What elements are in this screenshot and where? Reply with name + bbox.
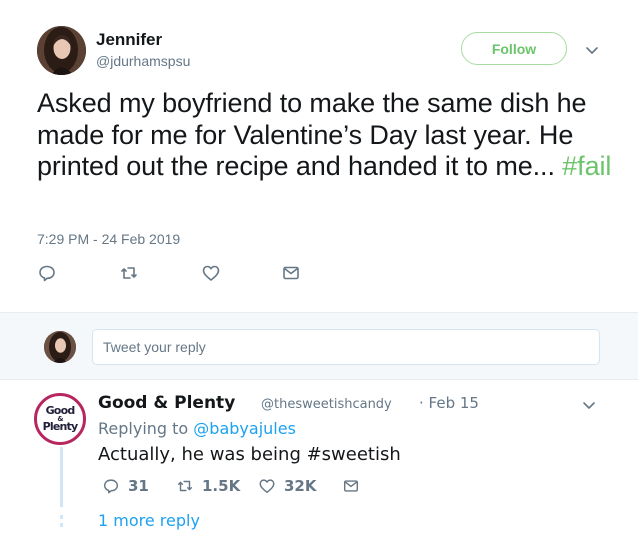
retweet-button[interactable]: 1.5K [176,476,240,496]
user-name[interactable]: Jennifer [96,30,162,50]
reply-icon [103,479,119,494]
main-tweet: Jennifer @jdurhamspsu Follow Asked my bo… [0,0,638,312]
like-button[interactable]: 32K [258,476,317,496]
like-icon [259,479,275,494]
reply-date[interactable]: · Feb 15 [419,394,479,412]
current-user-avatar[interactable] [44,331,76,363]
retweet-icon [177,480,193,492]
reply-user-handle[interactable]: @thesweetishcandy [261,397,392,412]
message-icon[interactable] [281,263,301,283]
reply-actions: 31 1.5K 32K [98,476,398,496]
reply-count: 31 [128,477,149,495]
like-count: 32K [284,477,317,495]
replying-to: Replying to @babyajules [98,419,296,438]
timestamp[interactable]: 7:29 PM - 24 Feb 2019 [37,231,180,247]
reply-icon[interactable] [37,263,57,283]
reply-input[interactable]: Tweet your reply [92,329,600,365]
thread-dot [60,523,63,527]
thread-dot [60,515,63,519]
hashtag-link[interactable]: #fail [562,151,611,181]
reply-composer: Tweet your reply [0,312,638,380]
like-icon[interactable] [201,263,221,283]
reply-text: Actually, he was being #sweetish [98,444,401,465]
reply-tweet: Good & Plenty Good & Plenty @thesweetish… [0,381,638,545]
tweet-text: Asked my boyfriend to make the same dish… [37,88,617,183]
message-button[interactable] [342,476,360,496]
mention-link[interactable]: @babyajules [193,419,296,438]
tweet-body: Asked my boyfriend to make the same dish… [37,88,587,181]
user-handle[interactable]: @jdurhamspsu [96,53,190,69]
reply-button[interactable]: 31 [102,476,149,496]
chevron-down-icon[interactable] [583,41,601,59]
avatar-logo-text-2: Plenty [42,420,79,433]
thread-line [60,447,63,507]
follow-button[interactable]: Follow [461,32,567,65]
more-replies-link[interactable]: 1 more reply [98,511,200,530]
avatar[interactable] [37,26,86,75]
reply-user-name[interactable]: Good & Plenty [98,393,235,413]
replying-prefix: Replying to [98,419,194,438]
retweet-count: 1.5K [202,477,241,495]
message-icon [343,480,359,492]
retweet-icon[interactable] [119,263,139,283]
chevron-down-icon[interactable] [580,396,598,414]
brand-avatar[interactable]: Good & Plenty [34,393,86,445]
